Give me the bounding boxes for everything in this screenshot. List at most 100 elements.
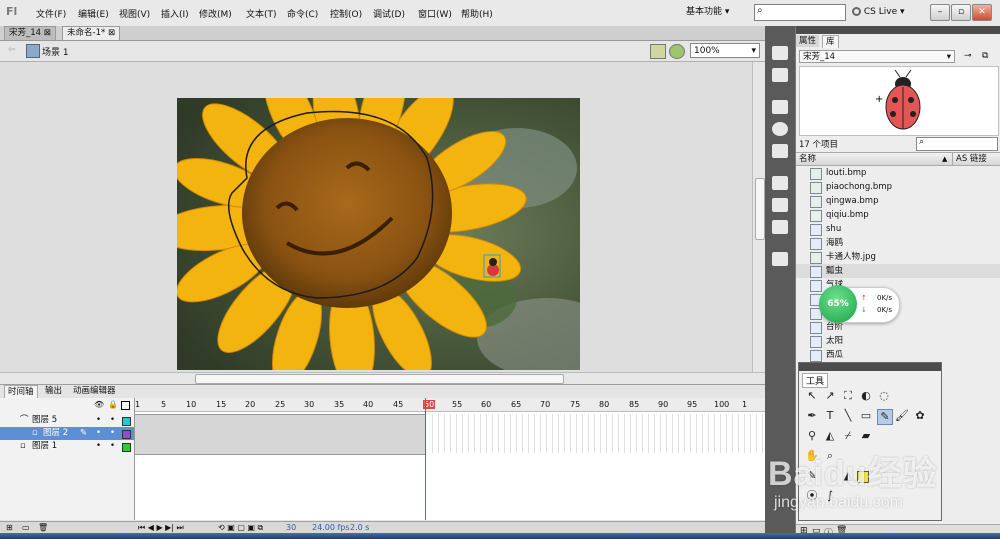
paint-bucket-tool-icon[interactable]: ◭	[823, 429, 837, 443]
deco-tool-icon[interactable]: ✿	[913, 409, 927, 423]
tab-output[interactable]: 输出	[42, 385, 65, 397]
fill-color-swatch[interactable]	[857, 471, 869, 483]
layer-row-selected[interactable]: ▫ 图层 2 ✎ • •	[0, 427, 134, 440]
close-icon[interactable]: ⊠	[44, 28, 51, 38]
panel-title-bar[interactable]	[796, 26, 1000, 34]
library-item[interactable]: shu	[796, 222, 1000, 236]
fill-color-icon[interactable]: ◭	[841, 469, 855, 483]
lock-icon[interactable]: 🔒	[108, 400, 118, 409]
library-item[interactable]: qiqiu.bmp	[796, 208, 1000, 222]
stroke-color-icon[interactable]: ✎	[805, 469, 819, 483]
smooth-icon[interactable]: ∫	[823, 489, 837, 503]
new-folder-icon[interactable]: ▭	[22, 523, 30, 532]
code-snippets-icon[interactable]	[772, 176, 788, 190]
scroll-thumb[interactable]	[195, 374, 564, 384]
menu-text[interactable]: 文本(T)	[246, 7, 277, 20]
onion-skin-icons[interactable]: ⟲ ▣ ▢ ▣ ⧉	[218, 523, 263, 533]
tab-properties[interactable]: 属性	[796, 35, 820, 47]
library-item[interactable]: piaochong.bmp	[796, 180, 1000, 194]
frame-rate[interactable]: 24.00 fps	[312, 523, 350, 532]
library-item[interactable]: 台阶	[796, 320, 1000, 334]
eyedropper-tool-icon[interactable]: ⌿	[841, 429, 855, 443]
sort-icon[interactable]: ▲	[942, 153, 947, 165]
menu-insert[interactable]: 插入(I)	[161, 7, 189, 20]
cs-live-button[interactable]: CS Live ▾	[852, 4, 905, 21]
menu-window[interactable]: 窗口(W)	[418, 7, 452, 20]
pin-icon[interactable]: ⊸	[964, 51, 972, 61]
lasso-tool-icon[interactable]: ◌	[877, 389, 891, 403]
library-item[interactable]: 卡通人物.jpg	[796, 250, 1000, 264]
library-item[interactable]: 太阳	[796, 334, 1000, 348]
layer-row[interactable]: ▫ 图层 1 • •	[0, 440, 134, 453]
playhead[interactable]	[425, 398, 426, 520]
back-arrow-icon[interactable]: ⇦	[8, 45, 16, 55]
doc-tab-songfang[interactable]: 宋芳_14 ⊠	[4, 26, 56, 40]
rectangle-tool-icon[interactable]: ▭	[859, 409, 873, 423]
scroll-thumb[interactable]	[755, 178, 765, 240]
stage-vertical-scrollbar[interactable]	[752, 62, 766, 372]
zoom-select[interactable]: 100% ▾	[690, 43, 760, 58]
transform-icon[interactable]	[772, 144, 788, 158]
pen-tool-icon[interactable]: ✒	[805, 409, 819, 423]
hand-tool-icon[interactable]: ✋	[805, 449, 819, 463]
minimize-button[interactable]: –	[930, 4, 950, 21]
library-item[interactable]: 海鸥	[796, 236, 1000, 250]
project-icon[interactable]	[772, 252, 788, 266]
layer-row[interactable]: ⌒ 图层 5 • •	[0, 414, 134, 427]
workspace-switcher[interactable]: 基本功能 ▾	[686, 4, 746, 21]
current-frame[interactable]: 30	[286, 523, 296, 532]
free-transform-tool-icon[interactable]: ⛶	[841, 389, 855, 403]
menu-edit[interactable]: 编辑(E)	[78, 7, 109, 20]
filled-frames[interactable]	[135, 414, 425, 455]
eye-icon[interactable]: 👁	[94, 400, 104, 409]
empty-frames[interactable]	[427, 414, 765, 453]
stage-horizontal-scrollbar[interactable]	[0, 372, 765, 384]
layer-name[interactable]: 图层 2	[43, 427, 68, 440]
close-icon[interactable]: ⊠	[108, 28, 115, 38]
delete-layer-icon[interactable]: 🗑	[38, 523, 48, 532]
new-library-icon[interactable]: ⧉	[982, 51, 988, 61]
library-item[interactable]: louti.bmp	[796, 166, 1000, 180]
playback-controls[interactable]: ⏮ ◀ ▶ ▶| ⏭	[138, 523, 184, 533]
menu-help[interactable]: 帮助(H)	[461, 7, 493, 20]
doc-tab-untitled[interactable]: 未命名-1* ⊠	[62, 26, 121, 40]
text-tool-icon[interactable]: T	[823, 409, 837, 423]
subselection-tool-icon[interactable]: ↗	[823, 389, 837, 403]
tab-library[interactable]: 库	[822, 35, 839, 48]
library-item-selected[interactable]: 瓢虫	[796, 264, 1000, 278]
library-item[interactable]: qingwa.bmp	[796, 194, 1000, 208]
layer-name[interactable]: 图层 1	[32, 440, 57, 453]
help-search-input[interactable]: ⌕	[754, 4, 846, 21]
network-speed-widget[interactable]: 65% ↑ 0K/s ↓ 0K/s	[819, 285, 900, 323]
bone-tool-icon[interactable]: ⚲	[805, 429, 819, 443]
eraser-tool-icon[interactable]: ▰	[859, 429, 873, 443]
selection-tool-icon[interactable]: ↖	[805, 389, 819, 403]
menu-control[interactable]: 控制(O)	[330, 7, 362, 20]
menu-commands[interactable]: 命令(C)	[287, 7, 318, 20]
sunflower-image[interactable]	[177, 98, 580, 370]
3d-rotation-tool-icon[interactable]: ◐	[859, 389, 873, 403]
brush-tool-icon[interactable]: 🖌	[895, 409, 909, 423]
maximize-button[interactable]: ▫	[951, 4, 971, 21]
line-tool-icon[interactable]: ╲	[841, 409, 855, 423]
library-document-select[interactable]: 宋芳_14 ▾	[799, 50, 955, 63]
column-linkage[interactable]: AS 链接	[952, 153, 987, 165]
layer-name[interactable]: 图层 5	[32, 414, 57, 427]
frame-ruler[interactable]: 1 5 10 15 20 25 30 35 40 45 50 55 60 65 …	[135, 398, 765, 412]
components-icon[interactable]	[772, 198, 788, 212]
menu-view[interactable]: 视图(V)	[119, 7, 150, 20]
menu-file[interactable]: 文件(F)	[36, 7, 66, 20]
snap-icon[interactable]: ⦿	[805, 489, 819, 503]
info-icon[interactable]	[772, 122, 788, 136]
edit-symbols-icon[interactable]	[669, 44, 685, 59]
library-item[interactable]: 西瓜	[796, 348, 1000, 362]
library-search-input[interactable]: ⌕	[916, 137, 998, 151]
menu-modify[interactable]: 修改(M)	[199, 7, 232, 20]
column-name[interactable]: 名称	[799, 153, 816, 165]
menu-debug[interactable]: 调试(D)	[373, 7, 405, 20]
zoom-tool-icon[interactable]: ⌕	[823, 449, 837, 463]
swatches-icon[interactable]	[772, 68, 788, 82]
frame-grid[interactable]: 1 5 10 15 20 25 30 35 40 45 50 55 60 65 …	[135, 398, 765, 520]
close-button[interactable]: ✕	[972, 4, 992, 21]
pencil-tool-icon[interactable]: ✎	[877, 409, 893, 425]
